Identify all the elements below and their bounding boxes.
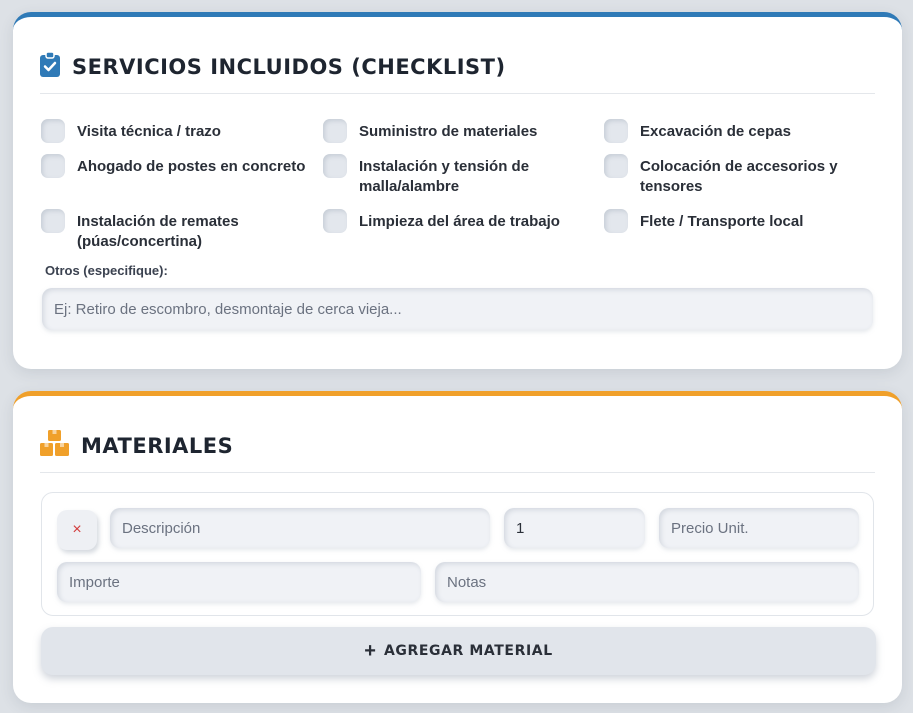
services-header: SERVICIOS INCLUIDOS (CHECKLIST) [40,51,506,82]
clipboard-check-icon [40,51,60,82]
service-label: Suministro de materiales [359,123,538,140]
material-row: × [41,492,874,616]
service-label: Instalación y tensión de malla/alambre [359,158,530,195]
service-label: Excavación de cepas [640,123,791,140]
service-checkbox[interactable] [604,154,628,178]
service-item-suministro[interactable]: Suministro de materiales [323,119,593,143]
services-title: SERVICIOS INCLUIDOS (CHECKLIST) [72,55,506,79]
service-checkbox[interactable] [323,119,347,143]
service-item-flete[interactable]: Flete / Transporte local [604,209,874,233]
boxes-icon [40,430,69,461]
service-item-excavacion[interactable]: Excavación de cepas [604,119,874,143]
material-description-input[interactable] [110,508,490,548]
service-label: Limpieza del área de trabajo [359,213,560,230]
plus-icon: + [364,640,376,662]
remove-material-button[interactable]: × [57,510,97,550]
services-card: SERVICIOS INCLUIDOS (CHECKLIST) Visita t… [13,12,902,369]
service-item-remates[interactable]: Instalación de remates (púas/concertina) [41,209,281,252]
service-item-accesorios[interactable]: Colocación de accesorios y tensores [604,154,854,197]
service-label: Colocación de accesorios y tensores [640,158,838,195]
service-label: Flete / Transporte local [640,213,804,230]
materials-card: MATERIALES × + AGREGAR MATERIAL [13,391,902,703]
service-item-instalacion-malla[interactable]: Instalación y tensión de malla/alambre [323,154,563,197]
materials-header: MATERIALES [40,430,233,461]
service-checkbox[interactable] [323,154,347,178]
service-label: Visita técnica / trazo [77,123,221,140]
material-notes-input[interactable] [435,562,859,602]
materials-title: MATERIALES [81,433,234,458]
service-item-visita-tecnica[interactable]: Visita técnica / trazo [41,119,311,143]
add-material-button[interactable]: + AGREGAR MATERIAL [41,627,876,675]
services-divider [40,93,875,94]
service-label: Instalación de remates (púas/concertina) [77,213,239,250]
service-item-limpieza[interactable]: Limpieza del área de trabajo [323,209,593,233]
material-quantity-input[interactable] [504,508,645,548]
others-input[interactable] [42,288,873,330]
close-icon: × [72,521,82,538]
service-checkbox[interactable] [604,119,628,143]
service-checkbox[interactable] [604,209,628,233]
service-checkbox[interactable] [41,119,65,143]
materials-divider [40,472,875,473]
service-checkbox[interactable] [323,209,347,233]
others-label: Otros (especifique): [45,263,168,278]
material-price-input[interactable] [659,508,859,548]
material-import-input[interactable] [57,562,421,602]
service-checkbox[interactable] [41,154,65,178]
service-checkbox[interactable] [41,209,65,233]
add-material-label: AGREGAR MATERIAL [383,643,553,659]
service-item-ahogado-postes[interactable]: Ahogado de postes en concreto [41,154,311,178]
service-label: Ahogado de postes en concreto [77,158,306,175]
